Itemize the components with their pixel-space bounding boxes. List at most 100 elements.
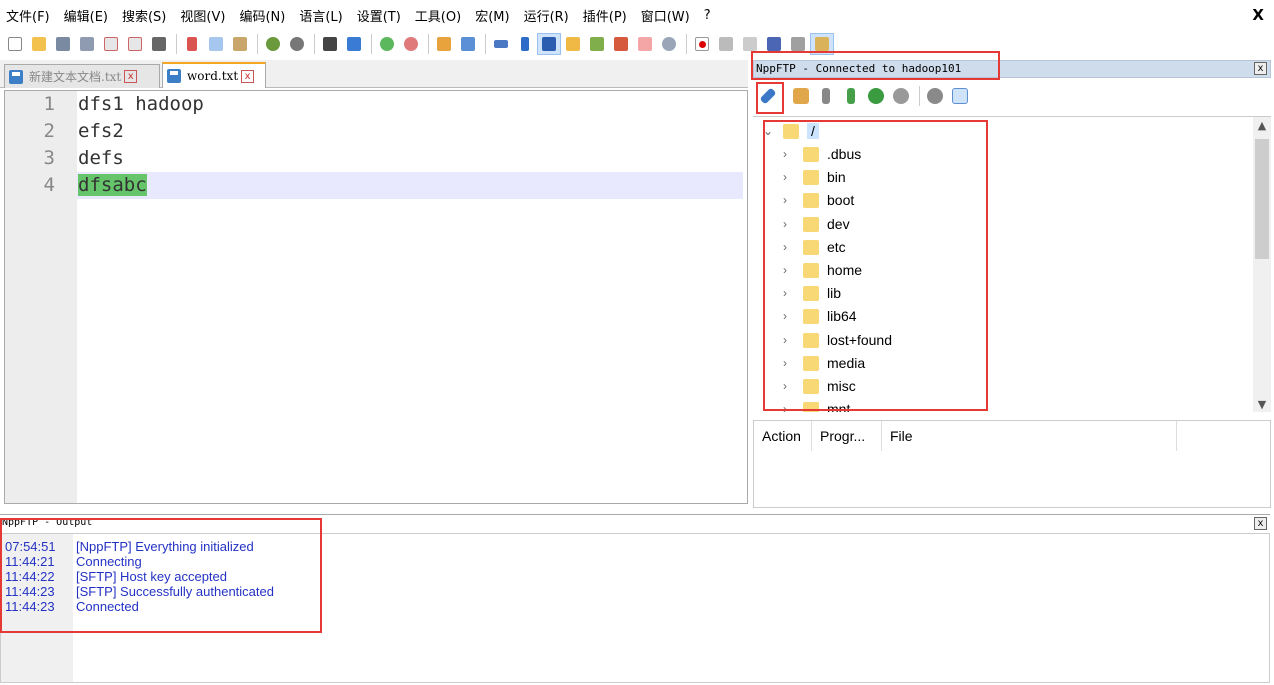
chevron-right-icon[interactable]: › <box>783 170 795 184</box>
tree-folder[interactable]: › bin <box>783 166 846 188</box>
udl-icon[interactable] <box>562 34 584 54</box>
panel-close-icon[interactable]: x <box>1254 517 1267 530</box>
column-file[interactable]: File <box>882 421 1177 451</box>
scroll-up-icon[interactable]: ▲ <box>1253 119 1271 132</box>
code-line[interactable]: dfs1 hadoop <box>78 93 204 115</box>
menu-edit[interactable]: 编辑(E) <box>64 6 108 25</box>
tree-folder[interactable]: › etc <box>783 236 846 258</box>
zoom-out-icon[interactable] <box>400 34 422 54</box>
settings-gear-icon[interactable] <box>924 85 946 107</box>
cut-icon[interactable] <box>181 34 203 54</box>
chevron-right-icon[interactable]: › <box>783 263 795 277</box>
menu-file[interactable]: 文件(F) <box>6 6 50 25</box>
download-icon[interactable] <box>815 85 837 107</box>
doc-map-icon[interactable] <box>586 34 608 54</box>
message-window-icon[interactable] <box>949 85 971 107</box>
tab-close-icon[interactable]: x <box>241 69 255 83</box>
replace-icon[interactable] <box>343 34 365 54</box>
paste-icon[interactable] <box>229 34 251 54</box>
stop-macro-icon[interactable] <box>715 34 737 54</box>
chevron-right-icon[interactable]: › <box>783 402 795 412</box>
tree-root[interactable]: ⌄ / <box>763 120 819 142</box>
monitoring-icon[interactable] <box>658 34 680 54</box>
scroll-down-icon[interactable]: ▼ <box>1253 398 1271 411</box>
column-progress[interactable]: Progr... <box>812 421 882 451</box>
undo-icon[interactable] <box>262 34 284 54</box>
disconnect-icon[interactable] <box>757 85 779 107</box>
menu-macro[interactable]: 宏(M) <box>475 6 509 25</box>
new-file-icon[interactable] <box>4 34 26 54</box>
folder-workspace-icon[interactable] <box>634 34 656 54</box>
chevron-right-icon[interactable]: › <box>783 379 795 393</box>
run-macro-multiple-icon[interactable] <box>763 34 785 54</box>
panel-close-icon[interactable]: x <box>1254 62 1267 75</box>
menu-view[interactable]: 视图(V) <box>180 6 225 25</box>
tab-new-text-document[interactable]: 新建文本文档.txt x <box>4 64 160 88</box>
tree-folder[interactable]: › boot <box>783 189 854 211</box>
chevron-right-icon[interactable]: › <box>783 193 795 207</box>
tree-folder[interactable]: › lib64 <box>783 305 857 327</box>
tree-folder[interactable]: › .dbus <box>783 143 861 165</box>
save-icon[interactable] <box>52 34 74 54</box>
chevron-down-icon[interactable]: ⌄ <box>763 124 775 138</box>
chevron-right-icon[interactable]: › <box>783 356 795 370</box>
tree-folder[interactable]: › lost+found <box>783 329 892 351</box>
chevron-right-icon[interactable]: › <box>783 286 795 300</box>
tree-folder[interactable]: › misc <box>783 375 856 397</box>
tree-scrollbar[interactable]: ▲ ▼ <box>1253 117 1271 412</box>
play-macro-icon[interactable] <box>739 34 761 54</box>
open-file-icon[interactable] <box>28 34 50 54</box>
tree-folder[interactable]: › dev <box>783 213 850 235</box>
menu-plugins[interactable]: 插件(P) <box>583 6 627 25</box>
tree-folder[interactable]: › home <box>783 259 862 281</box>
save-all-icon[interactable] <box>76 34 98 54</box>
chevron-right-icon[interactable]: › <box>783 240 795 254</box>
close-all-icon[interactable] <box>124 34 146 54</box>
open-directory-icon[interactable] <box>790 85 812 107</box>
menu-help[interactable]: ? <box>704 8 711 23</box>
find-icon[interactable] <box>319 34 341 54</box>
menu-window[interactable]: 窗口(W) <box>641 6 690 25</box>
tree-folder[interactable]: › media <box>783 352 865 374</box>
sync-vertical-icon[interactable] <box>433 34 455 54</box>
scrollbar-thumb[interactable] <box>1255 139 1269 259</box>
menu-search[interactable]: 搜索(S) <box>122 6 166 25</box>
menu-language[interactable]: 语言(L) <box>299 6 342 25</box>
function-list-icon[interactable] <box>610 34 632 54</box>
menu-encoding[interactable]: 编码(N) <box>239 6 285 25</box>
output-log[interactable]: 07:54:51 [NppFTP] Everything initialized … <box>0 533 1270 683</box>
show-all-chars-icon[interactable] <box>514 34 536 54</box>
code-line[interactable]: defs <box>78 147 124 169</box>
upload-icon[interactable] <box>840 85 862 107</box>
refresh-icon[interactable] <box>865 85 887 107</box>
code-line-selected[interactable]: dfsabc <box>78 174 147 196</box>
nppftp-toggle-icon[interactable] <box>810 33 834 55</box>
close-file-icon[interactable] <box>100 34 122 54</box>
code-line[interactable]: efs2 <box>78 120 124 142</box>
menu-run[interactable]: 运行(R) <box>524 6 569 25</box>
column-action[interactable]: Action <box>754 421 812 451</box>
abort-icon[interactable] <box>890 85 912 107</box>
indent-guide-icon[interactable] <box>537 33 561 55</box>
save-macro-icon[interactable] <box>787 34 809 54</box>
word-wrap-icon[interactable] <box>490 34 512 54</box>
remote-file-tree[interactable]: ⌄ / › .dbus › bin › boot › dev › etc › home › l… <box>753 116 1271 412</box>
chevron-right-icon[interactable]: › <box>783 309 795 323</box>
chevron-right-icon[interactable]: › <box>783 217 795 231</box>
redo-icon[interactable] <box>286 34 308 54</box>
chevron-right-icon[interactable]: › <box>783 147 795 161</box>
copy-icon[interactable] <box>205 34 227 54</box>
print-icon[interactable] <box>148 34 170 54</box>
chevron-right-icon[interactable]: › <box>783 333 795 347</box>
zoom-in-icon[interactable] <box>376 34 398 54</box>
record-macro-icon[interactable] <box>691 34 713 54</box>
menu-tools[interactable]: 工具(O) <box>415 6 461 25</box>
tab-close-icon[interactable]: x <box>124 70 138 83</box>
text-editor[interactable]: 1 dfs1 hadoop 2 efs2 3 defs 4 dfsabc <box>4 90 748 504</box>
window-close-icon[interactable]: X <box>1252 6 1264 24</box>
tree-folder[interactable]: › mnt <box>783 398 850 412</box>
menu-settings[interactable]: 设置(T) <box>357 6 401 25</box>
tree-folder[interactable]: › lib <box>783 282 841 304</box>
tab-word-txt[interactable]: word.txt x <box>162 62 266 88</box>
sync-horizontal-icon[interactable] <box>457 34 479 54</box>
